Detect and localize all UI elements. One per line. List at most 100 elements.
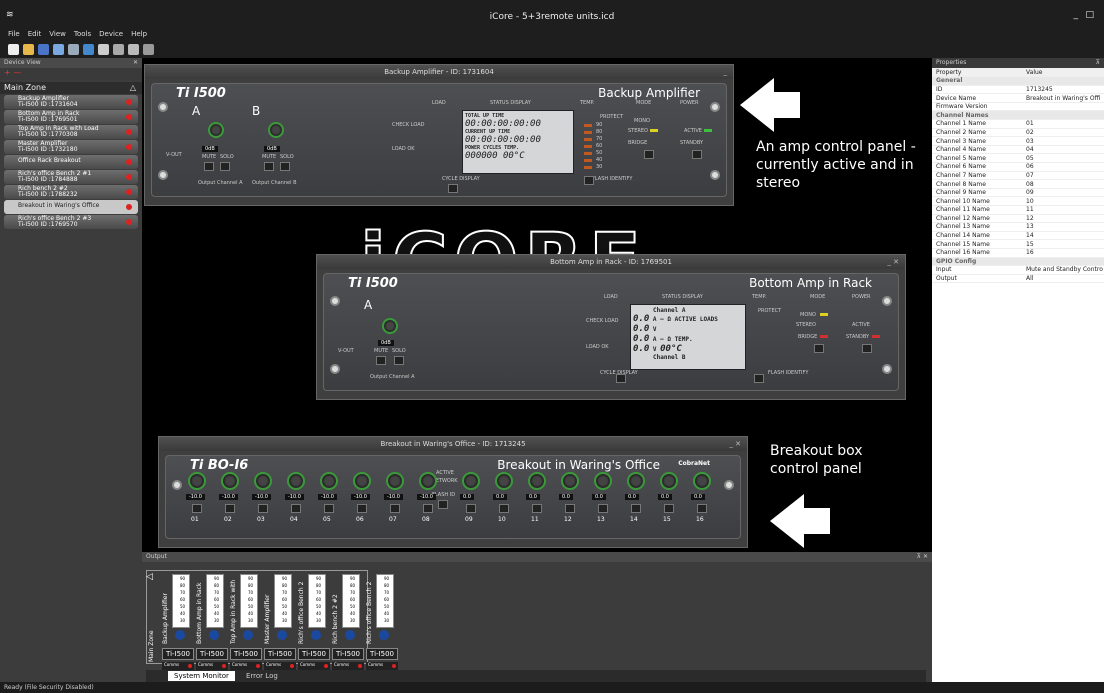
property-value[interactable]: 1713245 <box>1022 85 1104 95</box>
minimize-icon[interactable]: _ <box>1074 10 1079 20</box>
level-knob[interactable] <box>627 472 645 490</box>
mute-button[interactable] <box>291 504 301 513</box>
minimize-icon[interactable]: _ <box>724 65 728 79</box>
open-folder-icon[interactable] <box>23 43 34 55</box>
property-value[interactable]: 01 <box>1022 119 1104 129</box>
property-value[interactable]: 11 <box>1022 205 1104 215</box>
property-row[interactable]: Channel 6 Name 06 <box>932 162 1104 172</box>
level-knob[interactable] <box>419 472 437 490</box>
menu-device[interactable]: Device <box>99 30 123 38</box>
level-knob[interactable] <box>561 472 579 490</box>
remove-icon[interactable]: — <box>13 68 21 77</box>
mute-button[interactable] <box>390 504 400 513</box>
level-knob[interactable] <box>528 472 546 490</box>
mute-button[interactable] <box>532 504 542 513</box>
level-knob[interactable] <box>660 472 678 490</box>
property-value[interactable]: 02 <box>1022 128 1104 138</box>
zone-header[interactable]: Main Zone △ <box>0 82 142 94</box>
menu-file[interactable]: File <box>8 30 20 38</box>
property-category[interactable]: GPIO Config <box>932 257 1104 267</box>
minimize-icon[interactable]: _ ✕ <box>887 255 899 269</box>
solo-b-button[interactable] <box>280 162 290 171</box>
property-row[interactable]: Channel 1 Name 01 <box>932 119 1104 129</box>
device-list-item[interactable]: Bottom Amp in Rack Ti-I500 ID :1769501 <box>4 110 138 124</box>
property-category[interactable]: Channel Names <box>932 110 1104 121</box>
breakout-window[interactable]: Breakout in Waring's Office - ID: 171324… <box>158 436 748 548</box>
mute-button[interactable] <box>631 504 641 513</box>
level-knob[interactable] <box>495 472 513 490</box>
device-list-item[interactable]: Master Amplifier Ti-I500 ID :1732180 <box>4 140 138 154</box>
property-value[interactable]: 03 <box>1022 136 1104 146</box>
level-knob[interactable] <box>320 472 338 490</box>
solo-a-button[interactable] <box>394 356 404 365</box>
property-value[interactable]: Breakout in Waring's Offi <box>1022 93 1104 103</box>
network-icon[interactable] <box>113 43 124 55</box>
paste-icon[interactable] <box>68 43 79 55</box>
mute-button[interactable] <box>225 504 235 513</box>
device-list-item[interactable]: Rich's office Bench 2 #1 Ti-I500 ID :1784… <box>4 170 138 184</box>
device-list-item[interactable]: Backup Amplifier Ti-I500 ID :1731604 <box>4 95 138 109</box>
mode-button[interactable] <box>644 150 654 159</box>
mute-button[interactable] <box>423 504 433 513</box>
property-row[interactable]: Device Name Breakout in Waring's Offi <box>932 93 1104 103</box>
mute-button[interactable] <box>324 504 334 513</box>
property-value[interactable] <box>1022 102 1104 112</box>
mute-b-button[interactable] <box>264 162 274 171</box>
menu-help[interactable]: Help <box>131 30 147 38</box>
property-row[interactable]: Input Mute and Standby Contro <box>932 265 1104 275</box>
amp-window-backup[interactable]: Backup Amplifier - ID: 1731604 _ Ti I500 … <box>144 64 734 206</box>
settings-icon[interactable] <box>143 43 154 55</box>
grid-icon[interactable] <box>98 43 109 55</box>
property-row[interactable]: Channel 14 Name 14 <box>932 231 1104 241</box>
property-row[interactable]: Channel 3 Name 03 <box>932 136 1104 146</box>
mute-button[interactable] <box>565 504 575 513</box>
property-value[interactable]: 10 <box>1022 196 1104 206</box>
level-knob[interactable] <box>693 472 711 490</box>
mode-button[interactable] <box>814 344 824 353</box>
menu-edit[interactable]: Edit <box>28 30 42 38</box>
device-list-item[interactable]: Top Amp in Rack with Load Ti-I500 ID :177… <box>4 125 138 139</box>
level-knob[interactable] <box>353 472 371 490</box>
mute-button[interactable] <box>664 504 674 513</box>
gain-knob-b[interactable] <box>268 122 284 138</box>
property-row[interactable]: Firmware Version <box>932 102 1104 112</box>
property-value[interactable]: 15 <box>1022 239 1104 249</box>
check-icon[interactable] <box>83 43 94 55</box>
property-category[interactable]: General <box>932 76 1104 86</box>
mute-button[interactable] <box>499 504 509 513</box>
property-row[interactable]: Channel 11 Name 11 <box>932 205 1104 215</box>
property-value[interactable]: Mute and Standby Contro <box>1022 265 1104 275</box>
level-knob[interactable] <box>188 472 206 490</box>
property-row[interactable]: Channel 13 Name 13 <box>932 222 1104 232</box>
property-value[interactable]: 09 <box>1022 188 1104 198</box>
property-value[interactable]: 08 <box>1022 179 1104 189</box>
gain-knob-a[interactable] <box>208 122 224 138</box>
tab-error-log[interactable]: Error Log <box>240 671 284 681</box>
level-knob[interactable] <box>287 472 305 490</box>
property-value[interactable]: All <box>1022 274 1104 284</box>
mute-button[interactable] <box>598 504 608 513</box>
property-row[interactable]: Output All <box>932 274 1104 284</box>
property-row[interactable]: Channel 8 Name 08 <box>932 179 1104 189</box>
level-knob[interactable] <box>254 472 272 490</box>
menu-tools[interactable]: Tools <box>74 30 91 38</box>
property-row[interactable]: Channel 16 Name 16 <box>932 248 1104 258</box>
level-knob[interactable] <box>594 472 612 490</box>
level-knob[interactable] <box>221 472 239 490</box>
close-icon[interactable]: ✕ <box>133 58 138 68</box>
copy-icon[interactable] <box>53 43 64 55</box>
property-row[interactable]: ID 1713245 <box>932 85 1104 95</box>
broadcast-icon[interactable] <box>128 43 139 55</box>
solo-a-button[interactable] <box>220 162 230 171</box>
device-list-item[interactable]: Breakout in Waring's Office <box>4 200 138 214</box>
menu-view[interactable]: View <box>49 30 66 38</box>
property-row[interactable]: Channel 5 Name 05 <box>932 153 1104 164</box>
property-row[interactable]: Channel 2 Name 02 <box>932 128 1104 138</box>
collapse-icon[interactable]: ◁ <box>146 572 153 582</box>
device-list-item[interactable]: Rich's office Bench 2 #3 Ti-I500 ID :1769… <box>4 215 138 229</box>
power-button[interactable] <box>862 344 872 353</box>
new-file-icon[interactable] <box>8 43 19 55</box>
property-value[interactable]: 07 <box>1022 171 1104 181</box>
tab-system-monitor[interactable]: System Monitor <box>168 671 235 681</box>
power-button[interactable] <box>692 150 702 159</box>
